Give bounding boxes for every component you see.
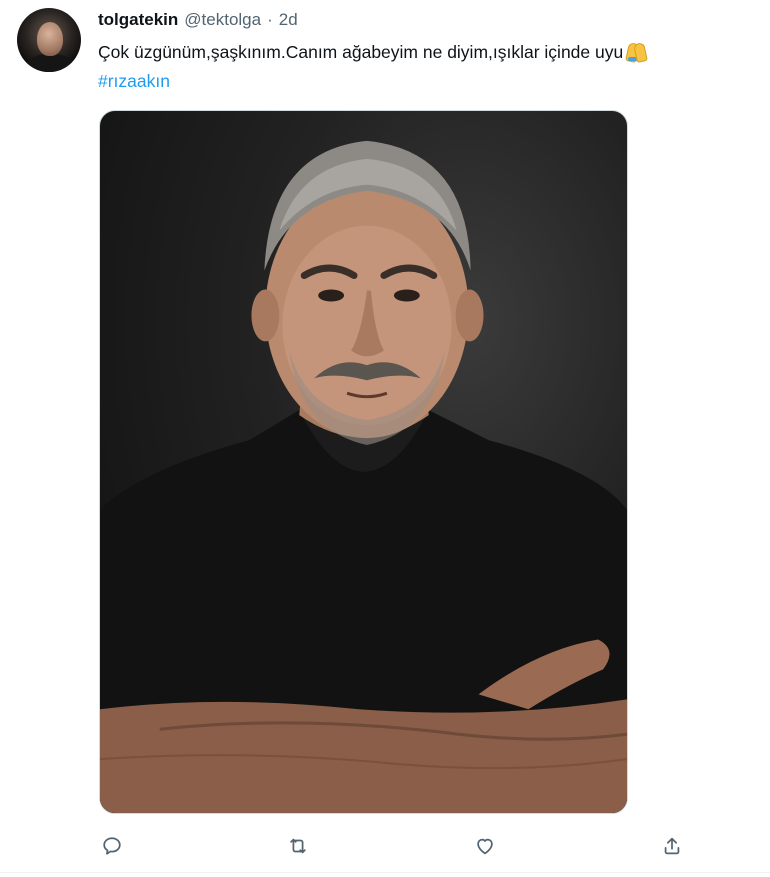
tweet-timestamp[interactable]: 2d bbox=[279, 10, 298, 30]
avatar[interactable] bbox=[17, 8, 81, 72]
retweet-icon bbox=[290, 838, 306, 854]
reply-icon bbox=[103, 837, 121, 855]
avatar-head-shape bbox=[37, 22, 63, 56]
separator-dot: · bbox=[267, 10, 273, 29]
user-handle[interactable]: @tektolga bbox=[184, 10, 261, 30]
avatar-body-shape bbox=[25, 54, 75, 72]
tweet-text: Çok üzgünüm,şaşkınım.Canım ağabeyim ne d… bbox=[98, 40, 758, 64]
tweet[interactable]: tolgatekin @tektolga · 2d Çok üzgünüm,şa… bbox=[0, 0, 770, 877]
retweet-button[interactable] bbox=[284, 832, 312, 860]
hashtag-link[interactable]: #rızaakın bbox=[98, 70, 170, 92]
share-button[interactable] bbox=[658, 832, 686, 860]
reply-button[interactable] bbox=[98, 832, 126, 860]
tweet-actions bbox=[0, 828, 770, 862]
heart-icon bbox=[477, 838, 493, 855]
tweet-divider bbox=[0, 872, 770, 873]
like-button[interactable] bbox=[471, 832, 499, 860]
tweet-header: tolgatekin @tektolga · 2d bbox=[98, 10, 298, 32]
portrait-illustration bbox=[100, 140, 627, 813]
tweet-text-body: Çok üzgünüm,şaşkınım.Canım ağabeyim ne d… bbox=[98, 42, 624, 62]
folded-hands-icon bbox=[625, 41, 647, 61]
share-icon bbox=[664, 837, 680, 855]
tweet-photo[interactable] bbox=[99, 110, 628, 814]
display-name[interactable]: tolgatekin bbox=[98, 10, 178, 30]
